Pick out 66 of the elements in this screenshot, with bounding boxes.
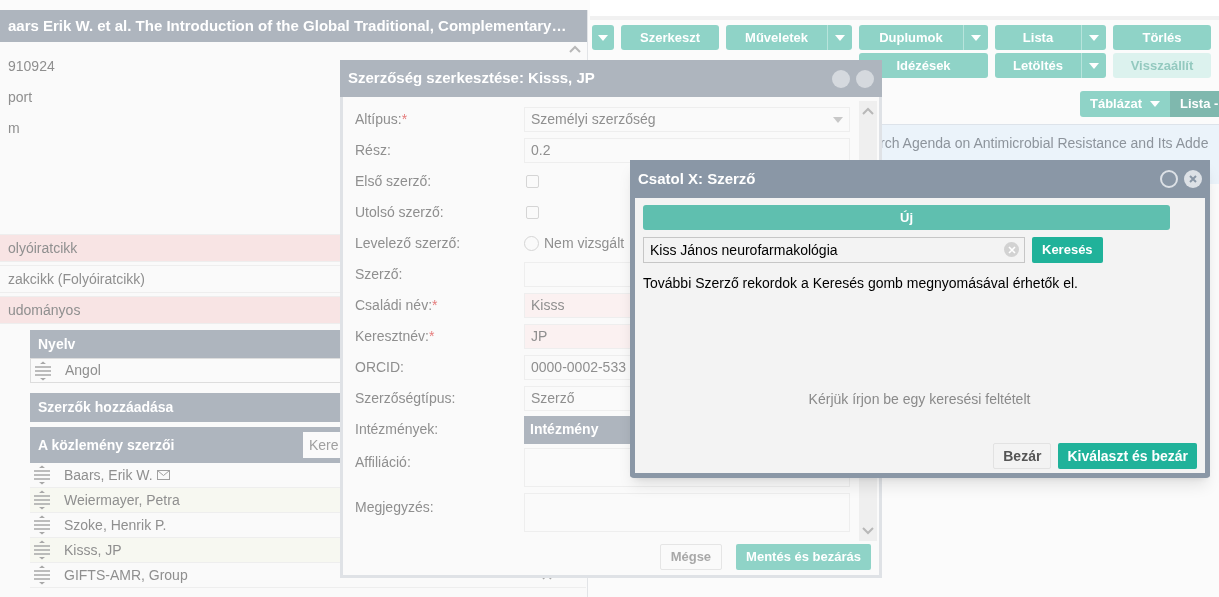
toolbar-button[interactable]: Letöltés (995, 53, 1106, 78)
toolbar-button[interactable]: Törlés (1113, 25, 1211, 50)
cancel-button[interactable]: Mégse (659, 544, 723, 570)
close-button[interactable]: Bezár (993, 443, 1052, 469)
drag-handle-icon[interactable] (32, 540, 52, 560)
field-label: Megjegyzés: (355, 498, 434, 517)
select-field[interactable]: Személyi szerzőség (524, 107, 850, 132)
author-name: Weiermayer, Petra (64, 490, 180, 510)
field-label: Rész: (355, 141, 391, 160)
close-icon[interactable] (856, 69, 874, 88)
required-mark: * (428, 327, 435, 346)
checkbox[interactable] (526, 206, 539, 219)
author-name: Baars, Erik W. (64, 465, 153, 485)
caret-icon (971, 34, 981, 41)
save-button[interactable]: Mentés és bezárás (736, 544, 871, 570)
empty-message: Kérjük írjon be egy keresési feltételt (808, 390, 1031, 409)
field-value: m (8, 119, 20, 138)
author-name: Kisss, JP (64, 540, 122, 560)
toolbar-button[interactable]: Szerkeszt (621, 25, 719, 50)
scroll-down-icon[interactable] (862, 527, 874, 535)
scroll-up-icon[interactable] (862, 107, 874, 115)
field-label: Keresztnév: (355, 327, 429, 346)
field-value: port (8, 88, 33, 107)
required-mark: * (432, 296, 438, 315)
toolbar-button[interactable]: Műveletek (726, 25, 852, 50)
caret-icon (598, 34, 608, 41)
new-button[interactable]: Új (643, 205, 1170, 230)
toolbar-button[interactable]: Duplumok (859, 25, 988, 50)
field-label: Családi név: (355, 296, 433, 315)
required-mark: * (401, 110, 408, 129)
list-item: Angol (65, 361, 101, 380)
drag-handle-icon[interactable] (32, 490, 52, 510)
search-field[interactable]: Kiss János neurofarmakológia (643, 237, 1025, 263)
toolbar-button[interactable]: Lista (995, 25, 1106, 50)
window-title: aars Erik W. et al. The Introduction of the Global Traditional, Complementary… (8, 15, 567, 36)
drag-handle-icon[interactable] (32, 465, 52, 485)
view-tab[interactable]: Lista - (1170, 91, 1219, 117)
minimize-icon[interactable] (1160, 170, 1178, 188)
field-label: ORCID: (355, 358, 404, 377)
drag-handle-icon[interactable] (32, 565, 52, 585)
field-label: Első szerző: (355, 172, 432, 191)
field-label: Levelező szerző: (355, 234, 461, 253)
view-tab[interactable]: Táblázat (1080, 91, 1170, 117)
radio-button[interactable] (524, 236, 539, 251)
field-value: 910924 (8, 57, 55, 76)
author-name: GIFTS-AMR, Group (64, 565, 188, 585)
caret-icon (1089, 62, 1099, 69)
dialog-title: Szerzőség szerkesztése: Kisss, JP (348, 68, 596, 89)
caret-icon (1089, 34, 1099, 41)
field-label: Altípus: (355, 110, 402, 129)
drag-handle-icon[interactable] (32, 515, 52, 535)
field-label: Szerző: (355, 265, 403, 284)
caret-icon (835, 34, 845, 41)
scroll-up-icon[interactable] (569, 45, 581, 53)
author-name: Szoke, Henrik P. (64, 515, 167, 535)
dialog-title: Csatol X: Szerző (638, 168, 757, 189)
field-label: Utolsó szerző: (355, 203, 444, 222)
info-text: További Szerző rekordok a Keresés gomb megnyomásával érhetők el. (643, 274, 1079, 293)
select-close-button[interactable]: Kiválaszt és bezár (1058, 443, 1197, 469)
close-icon[interactable] (1184, 170, 1202, 188)
drag-handle-icon[interactable] (33, 360, 53, 381)
dropdown-button[interactable] (592, 25, 614, 50)
minimize-icon[interactable] (832, 69, 850, 88)
search-button[interactable]: Keresés (1032, 237, 1103, 263)
caret-icon (1150, 101, 1160, 107)
checkbox[interactable] (526, 175, 539, 188)
